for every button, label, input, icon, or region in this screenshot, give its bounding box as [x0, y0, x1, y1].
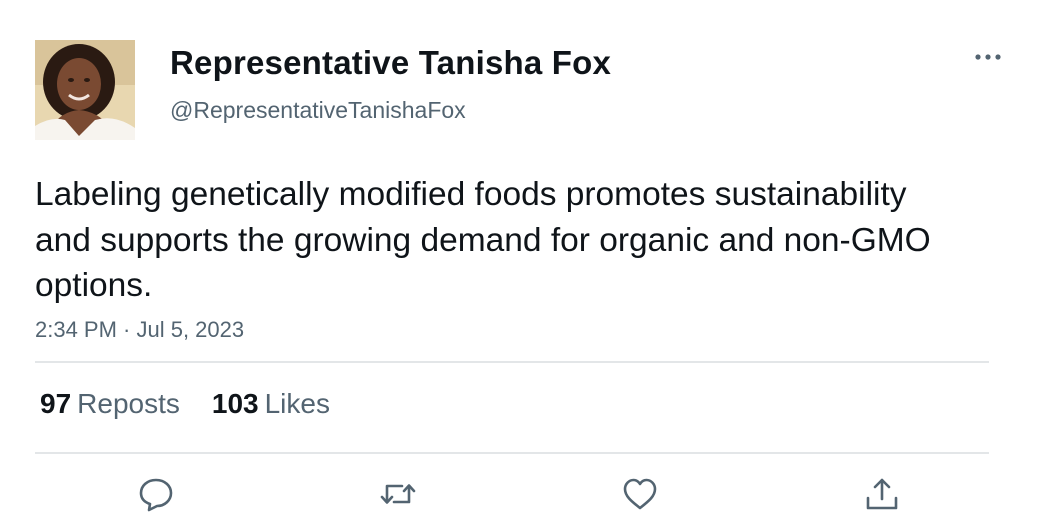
reposts-label: Reposts — [77, 388, 180, 419]
heart-icon — [623, 478, 657, 510]
tweet-card: Representative Tanisha Fox @Representati… — [0, 0, 1050, 525]
reposts-stat[interactable]: 97 Reposts — [40, 388, 180, 419]
divider — [35, 361, 989, 363]
likes-label: Likes — [264, 388, 330, 419]
tweet-text: Labeling genetically modified foods prom… — [35, 176, 931, 304]
reposts-count: 97 — [40, 388, 72, 419]
author-name[interactable]: Representative Tanisha Fox — [170, 44, 611, 82]
more-options-icon[interactable] — [970, 46, 1006, 68]
engagement-stats: 97 Reposts 103 Likes — [40, 388, 362, 420]
share-upload-icon — [866, 478, 898, 510]
avatar[interactable] — [35, 40, 135, 140]
like-button[interactable] — [620, 474, 660, 514]
speech-bubble-icon — [139, 478, 173, 512]
reply-button[interactable] — [136, 474, 176, 514]
author-handle[interactable]: @RepresentativeTanishaFox — [170, 97, 466, 124]
repost-arrows-icon — [380, 484, 416, 504]
tweet-timestamp[interactable]: 2:34 PM · Jul 5, 2023 — [35, 317, 244, 343]
repost-button[interactable] — [378, 474, 418, 514]
divider — [35, 452, 989, 454]
likes-stat[interactable]: 103 Likes — [212, 388, 330, 419]
share-button[interactable] — [862, 474, 902, 514]
likes-count: 103 — [211, 388, 259, 419]
